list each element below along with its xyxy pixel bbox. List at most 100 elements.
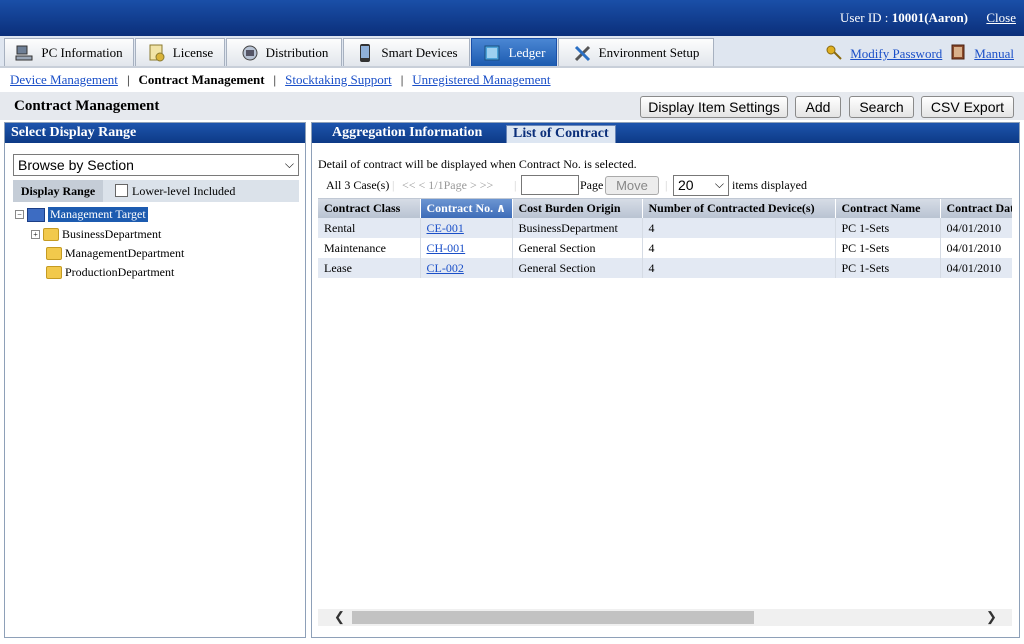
manual-link[interactable]: Manual bbox=[974, 46, 1014, 62]
search-button[interactable]: Search bbox=[849, 96, 914, 118]
panel-title: Select Display Range bbox=[5, 123, 305, 143]
items-per-page-select[interactable]: 20 ⌵ bbox=[673, 175, 729, 196]
table-cell: CH-001 bbox=[420, 238, 513, 258]
user-id-value: 10001(Aaron) bbox=[891, 10, 968, 25]
table-row[interactable]: Maintenance CH-001 General Section 4 PC … bbox=[318, 238, 1012, 258]
tree-node-production-department[interactable]: ProductionDepartment bbox=[46, 265, 174, 280]
user-info: User ID : 10001(Aaron) bbox=[840, 10, 968, 26]
table-cell: Maintenance bbox=[318, 238, 421, 258]
scroll-right-icon[interactable]: ❯ bbox=[986, 609, 997, 625]
separator: | bbox=[514, 178, 517, 192]
table-cell: Lease bbox=[318, 258, 421, 278]
folder-icon bbox=[46, 266, 62, 279]
display-range-bar: Display Range Lower-level Included bbox=[13, 180, 299, 202]
table-cell: General Section bbox=[512, 238, 643, 258]
contract-no-link[interactable]: CH-001 bbox=[427, 241, 466, 255]
table-row[interactable]: Rental CE-001 BusinessDepartment 4 PC 1-… bbox=[318, 218, 1012, 238]
tree-node-business-department[interactable]: + BusinessDepartment bbox=[31, 227, 161, 242]
tab-label: Smart Devices bbox=[381, 44, 458, 60]
page-input[interactable] bbox=[521, 175, 579, 195]
chevron-down-icon: ⌵ bbox=[714, 177, 724, 191]
column-header-contract-no[interactable]: Contract No. ∧ bbox=[420, 199, 513, 218]
separator: | bbox=[392, 178, 395, 192]
expand-icon[interactable]: + bbox=[31, 230, 40, 239]
collapse-icon[interactable]: − bbox=[15, 210, 24, 219]
column-header[interactable]: Contract Date bbox=[940, 199, 1012, 218]
user-id-label: User ID : bbox=[840, 10, 892, 25]
move-button[interactable]: Move bbox=[605, 176, 659, 195]
contract-no-link[interactable]: CL-002 bbox=[427, 261, 464, 275]
table-cell: Rental bbox=[318, 218, 421, 238]
folder-icon bbox=[46, 247, 62, 260]
tab-distribution[interactable]: Distribution bbox=[226, 38, 342, 66]
column-header[interactable]: Contract Class bbox=[318, 199, 421, 218]
lower-level-label: Lower-level Included bbox=[132, 184, 236, 198]
contract-table: Contract Class Contract No. ∧ Cost Burde… bbox=[318, 198, 1012, 606]
table-cell: CL-002 bbox=[420, 258, 513, 278]
table-cell: CE-001 bbox=[420, 218, 513, 238]
subnav-unregistered-management[interactable]: Unregistered Management bbox=[412, 72, 550, 88]
close-link[interactable]: Close bbox=[986, 10, 1016, 26]
table-cell: 04/01/2010 bbox=[940, 218, 1012, 238]
top-bar: User ID : 10001(Aaron) Close bbox=[0, 0, 1024, 36]
tab-label: PC Information bbox=[41, 44, 123, 60]
display-item-settings-button[interactable]: Display Item Settings bbox=[640, 96, 788, 118]
add-button[interactable]: Add bbox=[795, 96, 841, 118]
subnav-contract-management[interactable]: Contract Management bbox=[139, 72, 265, 88]
tab-label: Environment Setup bbox=[598, 44, 700, 60]
tab-label: Ledger bbox=[508, 44, 546, 60]
column-header[interactable]: Contract Name bbox=[835, 199, 941, 218]
top-links: Modify Password Manual bbox=[826, 44, 1014, 64]
pager: All 3 Case(s) | << < 1/1Page > >> | Page… bbox=[318, 175, 1008, 197]
scroll-left-icon[interactable]: ❮ bbox=[334, 609, 345, 625]
tab-license[interactable]: License bbox=[135, 38, 225, 66]
contract-list-panel: Aggregation Information List of Contract… bbox=[311, 122, 1020, 638]
csv-export-button[interactable]: CSV Export bbox=[921, 96, 1014, 118]
table-cell: 04/01/2010 bbox=[940, 258, 1012, 278]
page-label: Page bbox=[580, 178, 604, 192]
table-cell: 4 bbox=[642, 218, 836, 238]
contract-no-link[interactable]: CE-001 bbox=[427, 221, 464, 235]
sub-navigation: Device Management | Contract Management … bbox=[0, 68, 1024, 92]
browse-select-value: Browse by Section bbox=[18, 157, 134, 173]
horizontal-scrollbar[interactable]: ❮ ❯ bbox=[318, 609, 1012, 626]
chevron-down-icon: ⌵ bbox=[284, 157, 294, 171]
tab-list-of-contract[interactable]: List of Contract bbox=[506, 125, 616, 143]
table-cell: 04/01/2010 bbox=[940, 238, 1012, 258]
tab-aggregation-information[interactable]: Aggregation Information bbox=[326, 125, 488, 143]
tools-icon bbox=[573, 43, 593, 63]
tree-node-management-department[interactable]: ManagementDepartment bbox=[46, 246, 184, 261]
separator: | bbox=[400, 72, 404, 87]
tab-label: License bbox=[172, 44, 214, 60]
table-row[interactable]: Lease CL-002 General Section 4 PC 1-Sets… bbox=[318, 258, 1012, 278]
ledger-icon bbox=[483, 43, 503, 63]
separator: | bbox=[665, 178, 668, 192]
tab-pc-information[interactable]: PC Information bbox=[4, 38, 134, 66]
column-header[interactable]: Cost Burden Origin bbox=[512, 199, 643, 218]
scrollbar-thumb[interactable] bbox=[352, 611, 754, 624]
browse-select[interactable]: Browse by Section ⌵ bbox=[13, 154, 299, 176]
column-header-label: Contract No. bbox=[426, 201, 494, 215]
tab-environment-setup[interactable]: Environment Setup bbox=[558, 38, 714, 66]
modify-password-link[interactable]: Modify Password bbox=[850, 46, 942, 62]
tab-smart-devices[interactable]: Smart Devices bbox=[343, 38, 470, 66]
smart-device-icon bbox=[355, 43, 375, 63]
lower-level-checkbox[interactable] bbox=[115, 184, 128, 197]
column-header[interactable]: Number of Contracted Device(s) bbox=[642, 199, 836, 218]
tree-node-root[interactable]: − Management Target bbox=[15, 207, 148, 222]
panel-tabs: Aggregation Information List of Contract bbox=[312, 123, 1019, 143]
table-cell: General Section bbox=[512, 258, 643, 278]
tab-ledger[interactable]: Ledger bbox=[471, 38, 557, 66]
building-icon bbox=[27, 207, 45, 222]
subnav-device-management[interactable]: Device Management bbox=[10, 72, 118, 88]
page-navigation[interactable]: << < 1/1Page > >> bbox=[402, 178, 493, 193]
table-header-row: Contract Class Contract No. ∧ Cost Burde… bbox=[318, 199, 1012, 218]
tree-node-label: ProductionDepartment bbox=[65, 265, 175, 279]
subnav-stocktaking-support[interactable]: Stocktaking Support bbox=[285, 72, 392, 88]
sort-icon: ∧ bbox=[496, 201, 506, 215]
license-icon bbox=[147, 43, 167, 63]
tree-node-label: BusinessDepartment bbox=[62, 227, 162, 241]
key-icon bbox=[826, 44, 842, 64]
manual-icon bbox=[950, 44, 966, 64]
table-cell: 4 bbox=[642, 258, 836, 278]
